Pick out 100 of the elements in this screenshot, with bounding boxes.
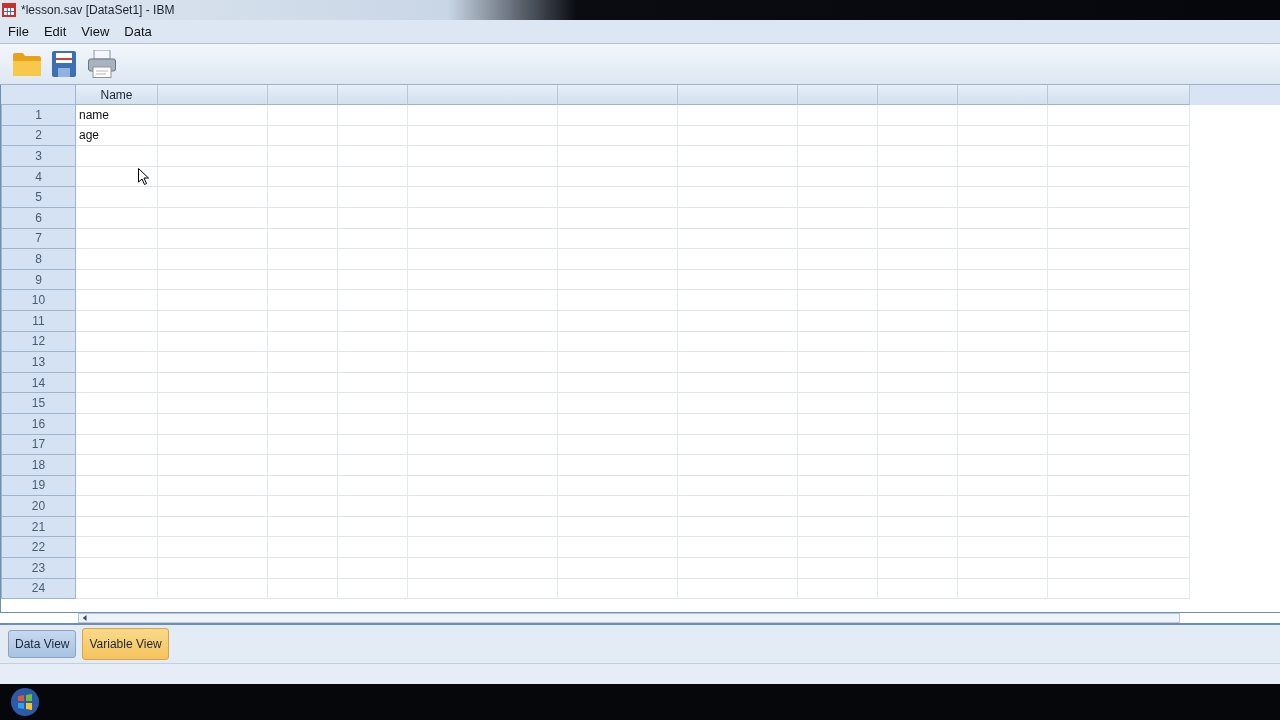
table-cell xyxy=(268,393,338,414)
table-cell xyxy=(268,413,338,435)
table-cell xyxy=(338,146,408,167)
table-cell xyxy=(338,187,408,208)
menu-item[interactable]: Edit xyxy=(36,22,74,41)
menu-item[interactable]: File xyxy=(1,22,36,41)
column-header[interactable] xyxy=(158,85,268,105)
table-cell xyxy=(338,269,408,291)
table-cell xyxy=(268,372,338,394)
table-cell xyxy=(338,207,408,229)
column-header[interactable] xyxy=(878,85,958,105)
table-cell xyxy=(338,166,408,188)
menu-item[interactable]: Data xyxy=(117,22,159,41)
row-number[interactable]: 15 xyxy=(1,393,76,414)
menu-item[interactable]: View xyxy=(74,22,117,41)
table-cell xyxy=(338,578,408,600)
table-cell xyxy=(268,434,338,456)
table-cell xyxy=(338,331,408,353)
table-cell xyxy=(338,537,408,559)
table-cell xyxy=(338,249,408,270)
row-number[interactable]: 5 xyxy=(1,187,76,208)
start-orb-icon[interactable] xyxy=(10,687,40,717)
row-number[interactable]: 11 xyxy=(1,310,76,332)
table-cell xyxy=(338,372,408,394)
table-cell xyxy=(268,496,338,517)
table-cell xyxy=(338,393,408,414)
table-cell xyxy=(268,269,338,291)
row-number[interactable]: 13 xyxy=(1,352,76,373)
row-number[interactable]: 17 xyxy=(1,434,76,456)
table-cell xyxy=(268,146,338,167)
table-cell xyxy=(268,290,338,311)
table-cell xyxy=(338,105,408,126)
table-cell xyxy=(268,475,338,497)
table-cell xyxy=(268,249,338,270)
table-cell xyxy=(268,352,338,373)
table-cell xyxy=(338,228,408,250)
view-tab[interactable]: Data View xyxy=(8,630,77,658)
table-cell xyxy=(268,105,338,126)
row-number[interactable]: 14 xyxy=(1,372,76,394)
table-cell xyxy=(338,310,408,332)
row-number[interactable]: 21 xyxy=(1,516,76,538)
row-number[interactable]: 6 xyxy=(1,207,76,229)
window-title: *lesson.sav [DataSet1] - IBM xyxy=(21,3,175,17)
column-header[interactable] xyxy=(958,85,1048,105)
column-header[interactable] xyxy=(678,85,798,105)
table-cell: age xyxy=(76,125,158,147)
row-number[interactable]: 4 xyxy=(1,166,76,188)
row-number[interactable]: 1 xyxy=(1,105,76,126)
table-cell xyxy=(338,434,408,456)
grid-corner-cell[interactable] xyxy=(1,85,76,105)
scroll-left-arrow-icon[interactable] xyxy=(82,615,88,621)
table-cell xyxy=(338,290,408,311)
table-cell xyxy=(338,558,408,579)
folder-icon[interactable] xyxy=(12,51,42,77)
column-header[interactable] xyxy=(408,85,558,105)
table-cell: name xyxy=(76,105,158,126)
table-cell xyxy=(338,352,408,373)
table-cell xyxy=(268,558,338,579)
column-header[interactable] xyxy=(798,85,878,105)
row-number[interactable]: 24 xyxy=(1,578,76,600)
column-header[interactable]: Name xyxy=(76,85,158,105)
table-cell xyxy=(338,125,408,147)
table-cell xyxy=(268,228,338,250)
row-number[interactable]: 16 xyxy=(1,413,76,435)
table-cell xyxy=(268,187,338,208)
view-tab[interactable]: Variable View xyxy=(82,628,169,660)
column-header[interactable] xyxy=(1048,85,1190,105)
row-number[interactable]: 8 xyxy=(1,249,76,270)
row-number[interactable]: 19 xyxy=(1,475,76,497)
table-cell xyxy=(338,516,408,538)
row-number[interactable]: 23 xyxy=(1,558,76,579)
column-header[interactable] xyxy=(338,85,408,105)
row-number[interactable]: 22 xyxy=(1,537,76,559)
table-cell xyxy=(268,578,338,600)
table-cell xyxy=(338,413,408,435)
table-cell xyxy=(268,125,338,147)
mouse-pointer-icon xyxy=(138,168,149,185)
row-number[interactable]: 12 xyxy=(1,331,76,353)
table-cell xyxy=(338,455,408,476)
table-cell xyxy=(268,516,338,538)
table-cell xyxy=(268,310,338,332)
table-cell xyxy=(338,475,408,497)
horizontal-scrollbar[interactable] xyxy=(78,613,1180,623)
row-number[interactable]: 7 xyxy=(1,228,76,250)
column-header[interactable] xyxy=(268,85,338,105)
row-number[interactable]: 10 xyxy=(1,290,76,311)
row-number[interactable]: 3 xyxy=(1,146,76,167)
table-cell xyxy=(268,207,338,229)
table-cell xyxy=(268,166,338,188)
table-cell xyxy=(268,455,338,476)
row-number[interactable]: 20 xyxy=(1,496,76,517)
save-icon[interactable] xyxy=(52,51,76,77)
row-number[interactable]: 2 xyxy=(1,125,76,147)
table-cell xyxy=(268,537,338,559)
printer-icon[interactable] xyxy=(88,50,116,78)
column-header[interactable] xyxy=(558,85,678,105)
table-cell xyxy=(338,496,408,517)
row-number[interactable]: 18 xyxy=(1,455,76,476)
row-number[interactable]: 9 xyxy=(1,269,76,291)
table-cell xyxy=(268,331,338,353)
